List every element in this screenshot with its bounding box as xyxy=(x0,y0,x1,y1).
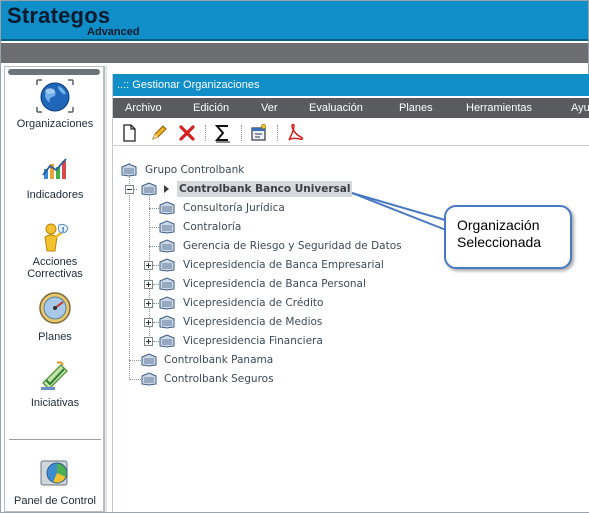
expand-toggle[interactable] xyxy=(144,318,153,327)
sidebar-item-label: Panel de Control xyxy=(14,495,96,507)
sidebar-divider xyxy=(9,439,101,440)
menu-edicion[interactable]: Edición xyxy=(193,98,229,118)
collapse-toggle[interactable] xyxy=(125,185,134,194)
tree-label: Controlbank Seguros xyxy=(164,373,274,385)
sidebar-item-panel-de-control[interactable]: Panel de Control xyxy=(5,455,105,507)
tree-label: Vicepresidencia Financiera xyxy=(183,335,323,347)
organization-folder-icon xyxy=(141,372,157,386)
menu-ayuda[interactable]: Ayu xyxy=(571,98,589,118)
callout-line-1: Organización xyxy=(457,217,540,233)
tree-label-selected: Controlbank Banco Universal xyxy=(177,181,353,197)
callout-box: Organización Seleccionada xyxy=(444,205,572,269)
callout-line-2: Seleccionada xyxy=(457,234,542,250)
plans-gauge-icon xyxy=(39,292,71,324)
delete-x-icon[interactable] xyxy=(177,123,197,143)
sidebar-item-label: Iniciativas xyxy=(30,397,80,409)
tree-node-child[interactable]: Vicepresidencia de Banca Personal xyxy=(113,276,533,292)
control-panel-icon xyxy=(40,460,68,486)
tree-node-selected[interactable]: Controlbank Banco Universal xyxy=(113,181,413,197)
organization-folder-icon xyxy=(141,353,157,367)
tree-label: Controlbank Panama xyxy=(164,354,274,366)
tree-node-child[interactable]: Vicepresidencia de Crédito xyxy=(113,295,533,311)
menu-bar: Archivo Edición Ver Evaluación Planes He… xyxy=(113,98,589,118)
menu-herramientas[interactable]: Herramientas xyxy=(466,98,532,118)
toolbar xyxy=(113,120,589,146)
sidebar-scrollbar[interactable] xyxy=(8,69,100,75)
sidebar-item-label: Acciones Correctivas xyxy=(27,256,83,280)
organization-tree: Grupo Controlbank Controlbank Banco Univ… xyxy=(113,148,589,512)
organization-folder-icon xyxy=(159,334,175,348)
tree-label: Vicepresidencia de Medios xyxy=(183,316,323,328)
menu-archivo[interactable]: Archivo xyxy=(125,98,162,118)
tree-node-child[interactable]: Vicepresidencia de Medios xyxy=(113,314,533,330)
expand-toggle[interactable] xyxy=(144,337,153,346)
manage-organizations-panel: ..:: Gestionar Organizaciones Archivo Ed… xyxy=(112,74,589,512)
organization-folder-icon xyxy=(159,315,175,329)
initiatives-icon xyxy=(41,361,68,390)
menu-planes[interactable]: Planes xyxy=(399,98,433,118)
toolbar-separator xyxy=(241,125,242,141)
tree-label: Vicepresidencia de Banca Empresarial xyxy=(183,259,384,271)
tree-label: Vicepresidencia de Crédito xyxy=(183,297,324,309)
tree-label: Contraloría xyxy=(183,221,242,233)
toolbar-separator xyxy=(277,125,278,141)
organization-folder-icon xyxy=(159,201,175,215)
sidebar-item-label: Planes xyxy=(38,331,72,343)
app-brand: Strategos xyxy=(7,3,111,28)
tree-node-root[interactable]: Grupo Controlbank xyxy=(113,162,413,178)
tree-node-child[interactable]: Vicepresidencia Financiera xyxy=(113,333,533,349)
globe-icon xyxy=(36,79,74,113)
expand-toggle[interactable] xyxy=(144,299,153,308)
tree-label: Grupo Controlbank xyxy=(145,164,245,176)
tree-node-sibling[interactable]: Controlbank Panama xyxy=(113,352,413,368)
organization-folder-icon xyxy=(159,277,175,291)
expand-toggle[interactable] xyxy=(144,280,153,289)
sidebar-item-acciones-correctivas[interactable]: ! Acciones Correctivas xyxy=(5,221,105,280)
sigma-calculate-icon[interactable] xyxy=(213,123,233,143)
pdf-export-icon[interactable] xyxy=(285,123,305,143)
sidebar-splitter[interactable] xyxy=(104,66,107,512)
sidebar-item-indicadores[interactable]: Indicadores xyxy=(5,155,105,201)
corrective-actions-icon: ! xyxy=(44,223,69,252)
tree-label: Consultoría Jurídica xyxy=(183,202,285,214)
menu-evaluacion[interactable]: Evaluación xyxy=(309,98,363,118)
header-toolbar-bar xyxy=(1,43,588,63)
organization-folder-icon xyxy=(159,258,175,272)
sidebar-item-label: Indicadores xyxy=(26,189,84,201)
edit-pencil-icon[interactable] xyxy=(149,123,169,143)
organization-folder-icon xyxy=(121,163,137,177)
sidebar: Organizaciones Indicadores ! Acciones Co… xyxy=(4,66,104,512)
tree-label: Vicepresidencia de Banca Personal xyxy=(183,278,366,290)
sidebar-item-planes[interactable]: Planes xyxy=(5,291,105,343)
svg-text:!: ! xyxy=(62,226,65,234)
organization-folder-icon xyxy=(159,239,175,253)
expand-toggle[interactable] xyxy=(144,261,153,270)
organization-folder-icon xyxy=(159,220,175,234)
indicators-chart-icon xyxy=(42,158,67,179)
tree-node-sibling[interactable]: Controlbank Seguros xyxy=(113,371,413,387)
sidebar-item-organizaciones[interactable]: Organizaciones xyxy=(5,77,105,130)
menu-ver[interactable]: Ver xyxy=(261,98,278,118)
tree-label: Gerencia de Riesgo y Seguridad de Datos xyxy=(183,240,402,252)
sidebar-item-label: Organizaciones xyxy=(16,118,94,130)
sidebar-item-iniciativas[interactable]: Iniciativas xyxy=(5,359,105,409)
selected-arrow-icon xyxy=(164,185,169,193)
panel-title: ..:: Gestionar Organizaciones xyxy=(113,74,589,96)
app-header: Strategos Advanced xyxy=(1,1,588,41)
app-brand-sub: Advanced xyxy=(87,26,140,38)
organization-folder-icon xyxy=(141,182,157,196)
organization-folder-icon xyxy=(159,296,175,310)
properties-icon[interactable] xyxy=(249,123,269,143)
new-document-icon[interactable] xyxy=(119,123,139,143)
toolbar-separator xyxy=(205,125,206,141)
